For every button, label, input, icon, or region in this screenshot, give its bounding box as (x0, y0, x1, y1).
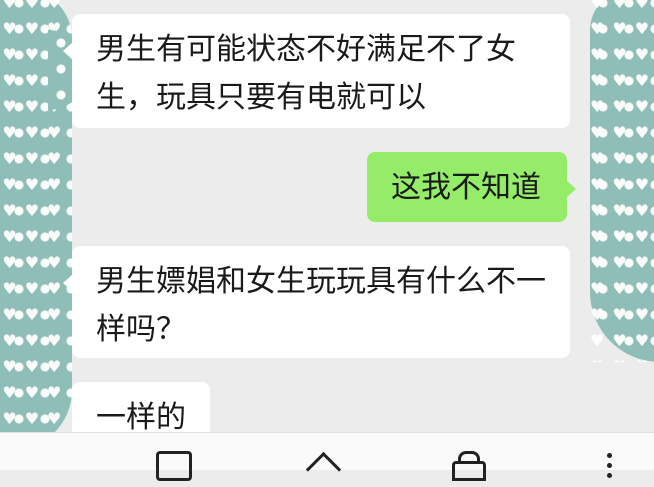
more-menu-icon[interactable] (604, 451, 614, 481)
heart-pattern-icon: ♥♥♥ ♥♥♥ ♥♥♥ ♥♥♥ ♥♥♥ ♥♥♥ ♥♥♥ ♥♥♥ ♥♥♥ ♥♥♥ ♥♥♥ ♥♥♥ ♥♥♥ ♥… (590, 0, 654, 362)
recent-apps-icon[interactable] (156, 451, 192, 481)
chat-area[interactable]: ♥♥♥ ♥♥♥ ♥♥♥ ♥♥♥ ♥♥♥ ♥♥♥ ♥♥♥ ♥♥♥ ♥♥♥ ♥♥♥ ♥♥♥ ♥♥♥ ♥♥♥ ♥… (0, 0, 654, 432)
assistant-icon[interactable] (448, 451, 486, 481)
system-navigation-bar (0, 432, 654, 481)
message-bubble-sent[interactable]: 这我不知道 (367, 152, 576, 222)
contact-avatar[interactable]: ♥♥♥ ♥♥♥ ♥♥♥ ♥♥♥ ♥♥♥ ♥♥♥ ♥♥♥ ♥♥♥ ♥♥♥ ♥♥♥ ♥♥♥ ♥♥♥ ♥♥♥ ♥… (0, 0, 88, 432)
message-bubble-received[interactable]: 男生嫖娼和女生玩玩具有什么不一样吗？ (63, 246, 570, 358)
message-bubble-received[interactable]: 男生有可能状态不好满足不了女生，玩具只要有电就可以 (63, 14, 570, 128)
home-icon[interactable] (305, 451, 341, 481)
heart-pattern-icon: ♥♥♥ ♥♥♥ ♥♥♥ ♥♥♥ ♥♥♥ ♥♥♥ ♥♥♥ ♥♥♥ ♥♥♥ ♥♥♥ ♥♥♥ ♥♥♥ ♥♥♥ ♥… (0, 0, 70, 428)
self-avatar[interactable]: ♥♥♥ ♥♥♥ ♥♥♥ ♥♥♥ ♥♥♥ ♥♥♥ ♥♥♥ ♥♥♥ ♥♥♥ ♥♥♥ ♥♥♥ ♥♥♥ ♥♥♥ ♥… (590, 0, 654, 362)
message-bubble-received[interactable]: 一样的 (72, 382, 210, 432)
